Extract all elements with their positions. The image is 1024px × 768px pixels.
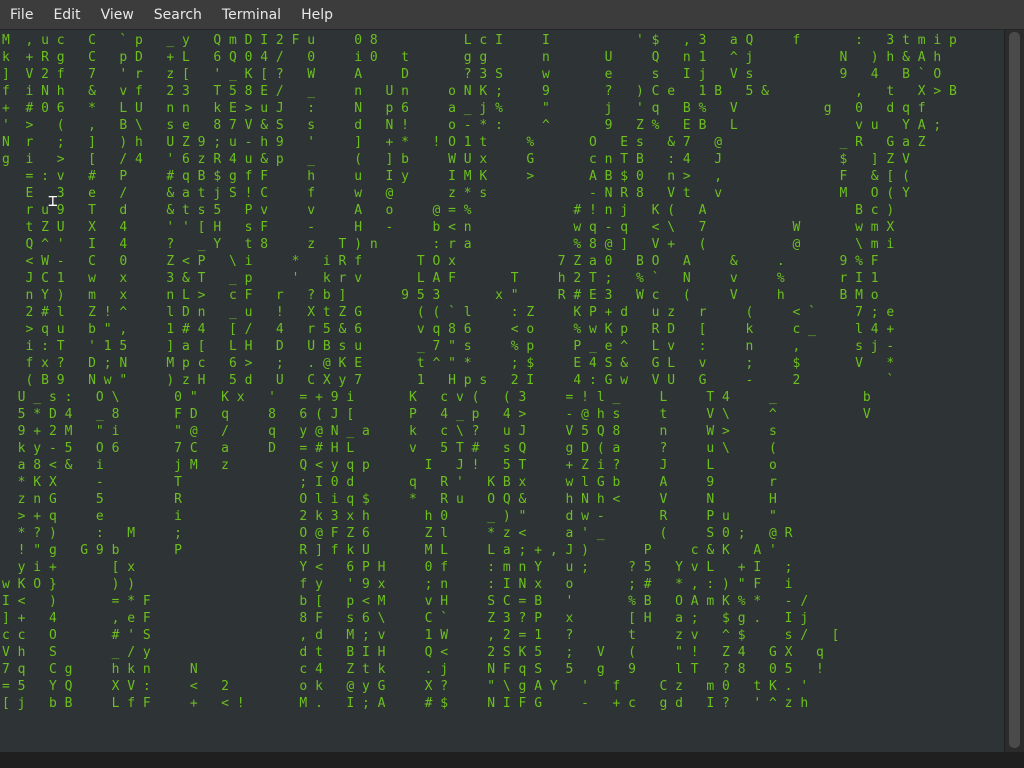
terminal-line: V h S _ / y d t B I H Q < 2 S K 5 ; V ( …: [2, 645, 824, 660]
terminal-line: 5 * D 4 _ 8 F D q 8 6 ( J [ P 4 _ p 4 > …: [2, 407, 871, 422]
terminal-line: 9 + 2 M " i " @ / q y @ N _ a k c \ ? u …: [2, 424, 777, 439]
terminal-line: = 5 Y Q X V : < 2 o k @ y G X ? " \ g A …: [2, 679, 809, 694]
terminal-line: y i + [ x Y < 6 P H 0 f : m n Y u ; ? 5 …: [2, 560, 793, 575]
terminal-line: f i N h & v f 2 3 T 5 8 E / _ n U n o N …: [2, 84, 957, 99]
terminal-line: < W - C 0 Z < P \ i * i R f T O x 7 Z a …: [2, 254, 879, 269]
terminal-line: k y - 5 O 6 7 C a D = # H L v 5 T # s Q …: [2, 441, 777, 456]
terminal-line: [ j b B L f F + < ! M . I ; A # $ N I F …: [2, 696, 809, 711]
terminal-line: I < ) = * F b [ p < M v H S C = B ' % B …: [2, 594, 809, 609]
terminal-line: > q u b " , 1 # 4 [ / 4 r 5 & 6 v q 8 6 …: [2, 322, 895, 337]
menu-help[interactable]: Help: [291, 0, 343, 30]
terminal-line: ! " g G 9 b P R ] f k U M L L a ; + , J …: [2, 543, 777, 558]
menu-bar: File Edit View Search Terminal Help: [0, 0, 1024, 30]
menu-view[interactable]: View: [91, 0, 144, 30]
terminal-line: * ? ) : M ; O @ F Z 6 Z l * z < a ' _ ( …: [2, 526, 793, 541]
terminal-output[interactable]: M , u c C ` p _ y Q m D I 2 F u 0 8 L c …: [0, 30, 1004, 752]
text-cursor-icon: ⌶: [48, 191, 58, 210]
terminal-line: N r ; ] ) h U Z 9 ; u - h 9 ' ] + * ! O …: [2, 135, 926, 150]
terminal-line: w K O } ) ) f y ' 9 x ; n : I N x o ; # …: [2, 577, 793, 592]
terminal-line: k + R g C p D + L 6 Q 0 4 / 0 i 0 t g g …: [2, 50, 942, 65]
terminal-line: U _ s : O \ 0 " K x ' = + 9 i K c v ( ( …: [2, 390, 871, 405]
terminal-window: File Edit View Search Terminal Help M , …: [0, 0, 1024, 768]
terminal-line: M , u c C ` p _ y Q m D I 2 F u 0 8 L c …: [2, 33, 957, 48]
terminal-line: n Y ) m x n L > c F r ? b ] 9 5 3 x " R …: [2, 288, 879, 303]
terminal-line: ] V 2 f 7 ' r z [ ' _ K [ ? W A D ? 3 S …: [2, 67, 942, 82]
terminal-line: ( B 9 N w " ) z H 5 d U C X y 7 1 H p s …: [2, 373, 895, 388]
terminal-line: r u 9 T d & t s 5 P v v A o @ = % # ! n …: [2, 203, 895, 218]
terminal-line: J C 1 w x 3 & T _ p ' k r v L A F T h 2 …: [2, 271, 879, 286]
menu-search[interactable]: Search: [144, 0, 212, 30]
terminal-line: * K X - T ; I 0 d q R ' K B x w l G b A …: [2, 475, 777, 490]
menu-edit[interactable]: Edit: [43, 0, 90, 30]
terminal-line: > + q e i 2 k 3 x h h 0 _ ) " d w - R P …: [2, 509, 777, 524]
terminal-line: 2 # l Z ! ^ l D n _ u ! X t Z G ( ( ` l …: [2, 305, 895, 320]
vertical-scrollbar[interactable]: [1004, 30, 1024, 752]
terminal-line: c c O # ' S , d M ; v 1 W , 2 = 1 ? t z …: [2, 628, 840, 643]
scrollbar-thumb[interactable]: [1009, 32, 1020, 748]
terminal-line: f x ? D ; N M p c 6 > ; . @ K E t ^ " * …: [2, 356, 895, 371]
terminal-line: ] + 4 , e F 8 F s 6 \ C ` Z 3 ? P x [ H …: [2, 611, 809, 626]
menu-file[interactable]: File: [0, 0, 43, 30]
terminal-line: a 8 < & i j M z Q < y q p I J ! 5 T + Z …: [2, 458, 777, 473]
menu-terminal[interactable]: Terminal: [212, 0, 291, 30]
terminal-line: g i > [ / 4 ' 6 z R 4 u & p _ ( ] b W U …: [2, 152, 910, 167]
terminal-line: + # 0 6 * L U n n k E > u J : N p 6 a _ …: [2, 101, 926, 116]
terminal-line: t Z U X 4 ' ' [ H s F - H - b < n w q - …: [2, 220, 895, 235]
terminal-line: = : v # P # q B $ g f F h u I y I M K > …: [2, 169, 910, 184]
terminal-line: Q ^ ' I 4 ? _ Y t 8 z T ) n : r a % 8 @ …: [2, 237, 895, 252]
terminal-line: z n G 5 R O l i q $ * R u O Q & h N h < …: [2, 492, 777, 507]
window-bottom-edge: [0, 752, 1024, 768]
terminal-line: E 3 e / & a t j S ! C f w @ z * s - N R …: [2, 186, 910, 201]
terminal-line: ' > ( , B \ s e 8 7 V & S s d N ! o - * …: [2, 118, 942, 133]
terminal-line: 7 q C g h k n N c 4 Z t k . j N F q S 5 …: [2, 662, 824, 677]
terminal-line: i : T ' 1 5 ] a [ L H D U B s u _ 7 " s …: [2, 339, 895, 354]
